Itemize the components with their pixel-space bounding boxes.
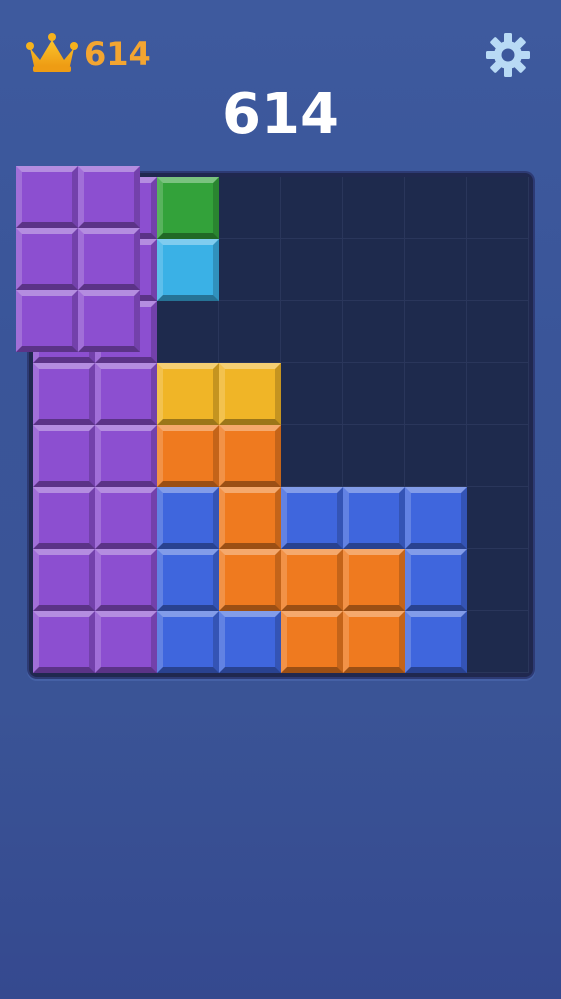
orange-block[interactable] — [343, 611, 405, 673]
empty-cell[interactable] — [467, 425, 529, 487]
orange-block[interactable] — [343, 549, 405, 611]
purple-block[interactable] — [95, 611, 157, 673]
purple-block[interactable] — [95, 487, 157, 549]
yellow-block[interactable] — [157, 363, 219, 425]
empty-cell[interactable] — [405, 301, 467, 363]
empty-cell[interactable] — [405, 425, 467, 487]
empty-cell[interactable] — [405, 363, 467, 425]
held-piece-block[interactable] — [16, 290, 78, 352]
cyan-block[interactable] — [157, 239, 219, 301]
held-piece-block[interactable] — [16, 228, 78, 290]
blue-block[interactable] — [281, 487, 343, 549]
empty-cell[interactable] — [281, 239, 343, 301]
empty-cell[interactable] — [281, 425, 343, 487]
empty-cell[interactable] — [343, 239, 405, 301]
orange-block[interactable] — [281, 611, 343, 673]
yellow-block[interactable] — [219, 363, 281, 425]
empty-cell[interactable] — [467, 301, 529, 363]
orange-block[interactable] — [281, 549, 343, 611]
blue-block[interactable] — [405, 549, 467, 611]
empty-cell[interactable] — [343, 301, 405, 363]
empty-cell[interactable] — [157, 301, 219, 363]
orange-block[interactable] — [219, 425, 281, 487]
purple-block[interactable] — [33, 487, 95, 549]
empty-cell[interactable] — [467, 549, 529, 611]
empty-cell[interactable] — [281, 363, 343, 425]
empty-cell[interactable] — [467, 177, 529, 239]
purple-block[interactable] — [33, 611, 95, 673]
empty-cell[interactable] — [219, 301, 281, 363]
empty-cell[interactable] — [467, 239, 529, 301]
empty-cell[interactable] — [467, 611, 529, 673]
empty-cell[interactable] — [405, 177, 467, 239]
empty-cell[interactable] — [467, 487, 529, 549]
orange-block[interactable] — [219, 487, 281, 549]
empty-cell[interactable] — [281, 301, 343, 363]
empty-cell[interactable] — [219, 177, 281, 239]
held-piece-block[interactable] — [78, 228, 140, 290]
purple-block[interactable] — [95, 425, 157, 487]
empty-cell[interactable] — [467, 363, 529, 425]
held-piece-block[interactable] — [78, 290, 140, 352]
blue-block[interactable] — [157, 549, 219, 611]
purple-block[interactable] — [33, 425, 95, 487]
held-piece[interactable] — [16, 166, 140, 352]
purple-block[interactable] — [95, 363, 157, 425]
blue-block[interactable] — [219, 611, 281, 673]
purple-block[interactable] — [95, 549, 157, 611]
empty-cell[interactable] — [219, 239, 281, 301]
crown-icon — [26, 33, 78, 72]
current-score: 614 — [222, 82, 339, 147]
empty-cell[interactable] — [281, 177, 343, 239]
blue-block[interactable] — [405, 611, 467, 673]
held-piece-block[interactable] — [16, 166, 78, 228]
empty-cell[interactable] — [343, 363, 405, 425]
best-score: 614 — [84, 35, 151, 73]
green-block[interactable] — [157, 177, 219, 239]
empty-cell[interactable] — [343, 177, 405, 239]
purple-block[interactable] — [33, 549, 95, 611]
orange-block[interactable] — [219, 549, 281, 611]
held-piece-block[interactable] — [78, 166, 140, 228]
empty-cell[interactable] — [343, 425, 405, 487]
orange-block[interactable] — [157, 425, 219, 487]
blue-block[interactable] — [157, 487, 219, 549]
blue-block[interactable] — [405, 487, 467, 549]
blue-block[interactable] — [157, 611, 219, 673]
purple-block[interactable] — [33, 363, 95, 425]
blue-block[interactable] — [343, 487, 405, 549]
empty-cell[interactable] — [405, 239, 467, 301]
gear-icon[interactable] — [484, 31, 532, 79]
